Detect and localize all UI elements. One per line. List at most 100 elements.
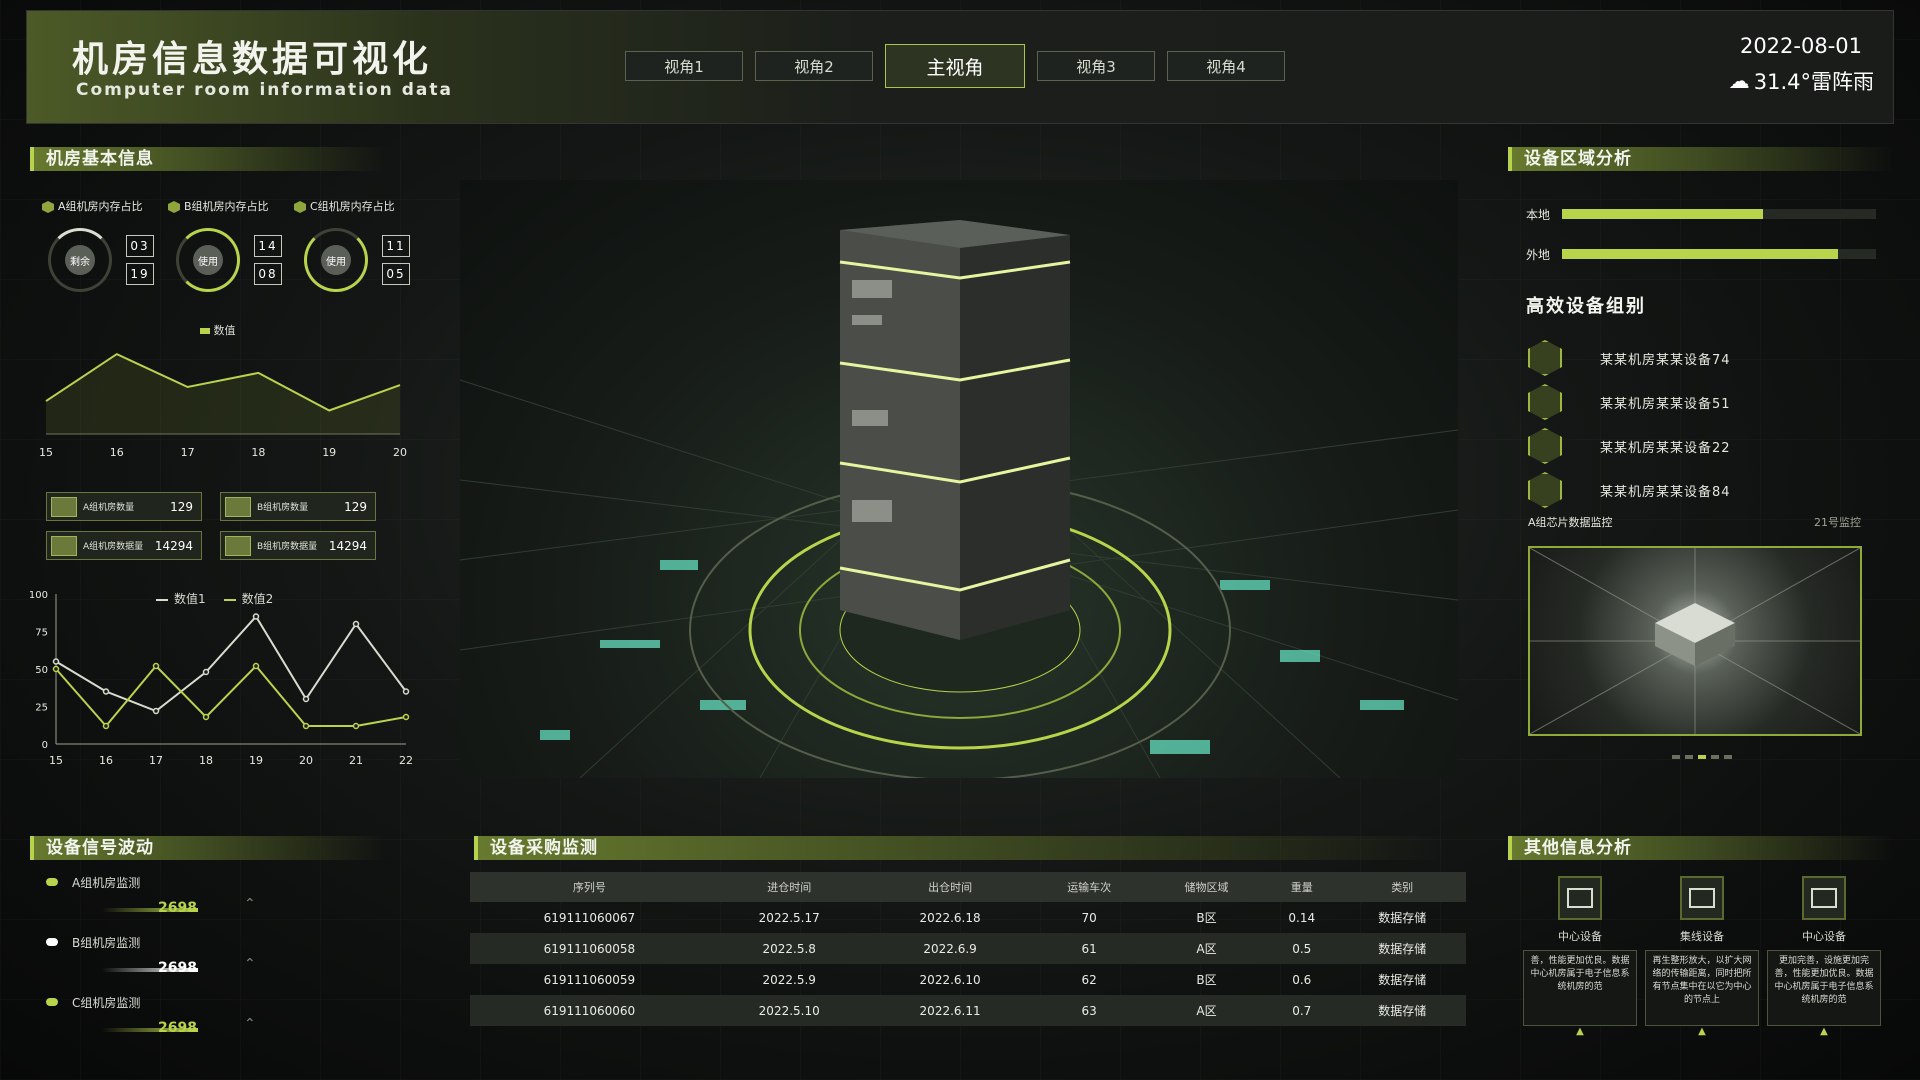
card-text: 更加完善，设施更加完善，性能更加优良。数据中心机房属于电子信息系统机房的范 [1767, 950, 1881, 1026]
gauge-label-a: A组机房内存占比 [58, 200, 143, 213]
bar-local: 本地 [1526, 204, 1876, 224]
tab-view1[interactable]: 视角1 [625, 51, 743, 81]
gauge-bottom-value: 08 [254, 263, 282, 285]
carousel-dot[interactable] [1672, 755, 1680, 759]
stat-label: A组机房数量 [83, 503, 135, 513]
cell-weight: 0.14 [1288, 910, 1316, 925]
table-header-row: 序列号 进仓时间 出仓时间 运输车次 储物区域 重量 类别 [470, 872, 1466, 902]
bar-remote: 外地 [1526, 244, 1876, 264]
view-tabs: 视角1 视角2 主视角 视角3 视角4 [625, 44, 1285, 88]
tab-main-view[interactable]: 主视角 [885, 44, 1025, 88]
gauge-bottom-value: 19 [126, 263, 154, 285]
device-item[interactable]: 某某机房某某设备74 [1528, 340, 1731, 376]
server-3d-view[interactable] [460, 180, 1458, 778]
signal-label: B组机房监测 [72, 936, 141, 950]
x-tick-label: 19 [322, 446, 336, 459]
hub-icon [1680, 876, 1724, 920]
device-group-title: 高效设备组别 [1526, 296, 1646, 317]
column-header: 运输车次 [1030, 872, 1148, 902]
stat-b-count: B组机房数量 129 [220, 492, 376, 521]
signal-value: 2698 [158, 960, 197, 976]
column-header: 重量 [1265, 872, 1339, 902]
other-info-card[interactable]: 集线设备 再生整形放大，以扩大网络的传输距离，同时把所有节点集中在以它为中心的节… [1644, 876, 1760, 1037]
chip-monitor-image[interactable] [1528, 546, 1862, 736]
bar-fill [1562, 209, 1763, 219]
stat-a-count: A组机房数量 129 [46, 492, 202, 521]
cell-in-time: 2022.5.17 [758, 910, 820, 925]
cell-trips: 61 [1030, 933, 1148, 964]
bar-label: 本地 [1526, 207, 1551, 222]
carousel-dot[interactable] [1724, 755, 1732, 759]
scene-graphic [460, 220, 1458, 778]
signal-item-b: B组机房监测 2698 ⌃ [46, 934, 376, 994]
card-text: 善，性能更加优良。数据中心机房属于电子信息系统机房的范 [1523, 950, 1637, 1026]
cube-icon [42, 201, 54, 213]
status-dot [46, 938, 58, 946]
signal-label: A组机房监测 [72, 876, 141, 890]
gauge-labels: A组机房内存占比 B组机房内存占比 C组机房内存占比 [42, 198, 422, 214]
tab-view3[interactable]: 视角3 [1037, 51, 1155, 81]
cell-trips: 62 [1081, 972, 1097, 987]
table-row[interactable]: 619111060060 2022.5.10 2022.6.11 63 A区 0.7 数据存… [470, 995, 1466, 1026]
cell-serial: 619111060067 [543, 910, 636, 925]
table-row[interactable]: 619111060059 2022.5.9 2022.6.10 62 B区 0.6 数据存储 [470, 964, 1466, 995]
cell-out-time: 2022.6.9 [869, 933, 1031, 964]
cell-in-time: 2022.5.9 [762, 972, 816, 987]
server-icon [1558, 876, 1602, 920]
stat-label: B组机房数量 [257, 503, 309, 513]
series-point-1 [402, 688, 410, 695]
other-info-card[interactable]: 中心设备 善，性能更加优良。数据中心机房属于电子信息系统机房的范 ▲ [1522, 876, 1638, 1037]
other-info-card[interactable]: 中心设备 更加完善，设施更加完善，性能更加优良。数据中心机房属于电子信息系统机房… [1766, 876, 1882, 1037]
weather-display: ☁ 31.4°雷阵雨 [1729, 66, 1874, 96]
carousel-dot[interactable] [1711, 755, 1719, 759]
stat-label: A组机房数据量 [83, 542, 144, 552]
table-row[interactable]: 619111060067 2022.5.17 2022.6.18 70 B区 0.14 数据… [470, 902, 1466, 933]
section-signal: 设备信号波动 [30, 836, 386, 860]
tab-view2[interactable]: 视角2 [755, 51, 873, 81]
x-tick-label: 20 [299, 754, 313, 767]
x-tick-label: 15 [39, 446, 53, 459]
series-line-1 [55, 614, 407, 713]
server-icon [51, 535, 77, 556]
card-label: 集线设备 [1680, 930, 1724, 943]
wave-icon: ⌃ [244, 896, 256, 912]
series-point-2 [352, 722, 360, 730]
gauge-center-label: 使用 [193, 245, 223, 275]
stat-value: 14294 [154, 538, 193, 553]
tab-view4[interactable]: 视角4 [1167, 51, 1285, 81]
monitor-icon [1802, 876, 1846, 920]
card-label: 中心设备 [1558, 930, 1602, 943]
table-row[interactable]: 619111060058 2022.5.8 2022.6.9 61 A区 0.5 数据存储 [470, 933, 1466, 964]
signal-value: 2698 [158, 900, 197, 916]
stat-value: 129 [344, 499, 367, 514]
cell-out-time: 2022.6.18 [919, 910, 981, 925]
cell-area: A区 [1147, 933, 1266, 964]
cube-icon [1528, 428, 1562, 464]
series-point-2 [402, 713, 410, 721]
series-point-2 [52, 665, 60, 673]
device-list: 某某机房某某设备74 某某机房某某设备51 某某机房某某设备22 某某机房某某设… [1528, 340, 1731, 508]
gauge-top-value: 11 [382, 235, 410, 257]
device-item[interactable]: 某某机房某某设备22 [1528, 428, 1731, 464]
x-tick-label: 21 [349, 754, 363, 767]
cell-weight: 0.5 [1265, 933, 1339, 964]
device-item[interactable]: 某某机房某某设备51 [1528, 384, 1731, 420]
status-dot [46, 878, 58, 886]
triangle-up-icon: ▲ [1698, 1026, 1706, 1037]
cell-in-time: 2022.5.10 [708, 995, 870, 1026]
y-tick-label: 100 [29, 590, 48, 601]
page-title: 机房信息数据可视化 [72, 39, 433, 80]
series-point-1 [352, 620, 360, 628]
gauge-bottom-value: 05 [382, 263, 410, 285]
carousel-dot[interactable] [1685, 755, 1693, 759]
section-procurement: 设备采购监测 [474, 836, 1450, 860]
section-other-info: 其他信息分析 [1508, 836, 1894, 860]
stat-label: B组机房数据量 [257, 542, 318, 552]
series-point-1 [52, 658, 60, 665]
x-tick-label: 16 [110, 446, 124, 459]
cell-weight: 0.7 [1265, 995, 1339, 1026]
server-icon [51, 496, 77, 517]
cell-area: B区 [1196, 911, 1217, 925]
device-item[interactable]: 某某机房某某设备84 [1528, 472, 1731, 508]
carousel-dot-active[interactable] [1698, 755, 1706, 759]
